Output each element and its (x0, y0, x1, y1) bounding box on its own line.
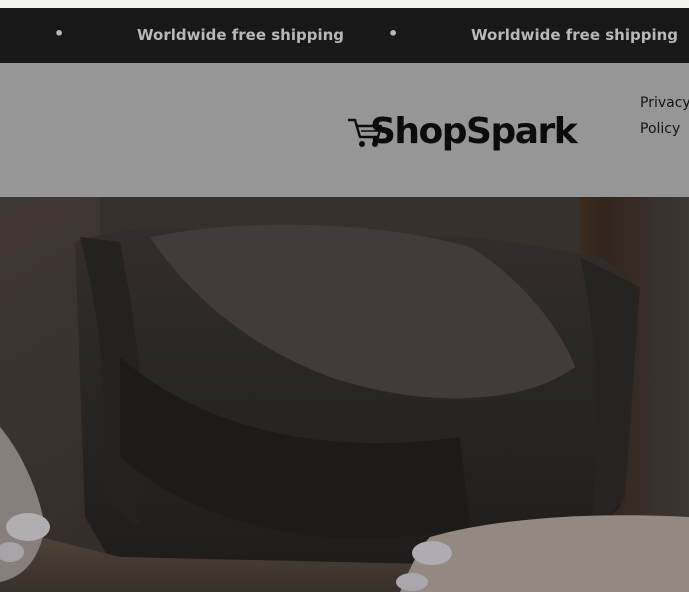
site-header: ShopSpark Privacy Policy (0, 63, 689, 197)
privacy-policy-link[interactable]: Privacy Policy (640, 90, 689, 142)
hero-banner (0, 197, 689, 592)
separator-bullet: • (54, 24, 65, 43)
hero-overlay (0, 197, 689, 592)
separator-bullet: • (388, 24, 399, 43)
site-logo-link[interactable]: ShopSpark (348, 109, 578, 159)
announcement-message: Worldwide free shipping (137, 26, 344, 44)
announcement-bar: • Worldwide free shipping • Worldwide fr… (0, 8, 689, 63)
top-strip (0, 0, 689, 8)
logo-text: ShopSpark (370, 111, 578, 152)
announcement-message: Worldwide free shipping (471, 26, 678, 44)
